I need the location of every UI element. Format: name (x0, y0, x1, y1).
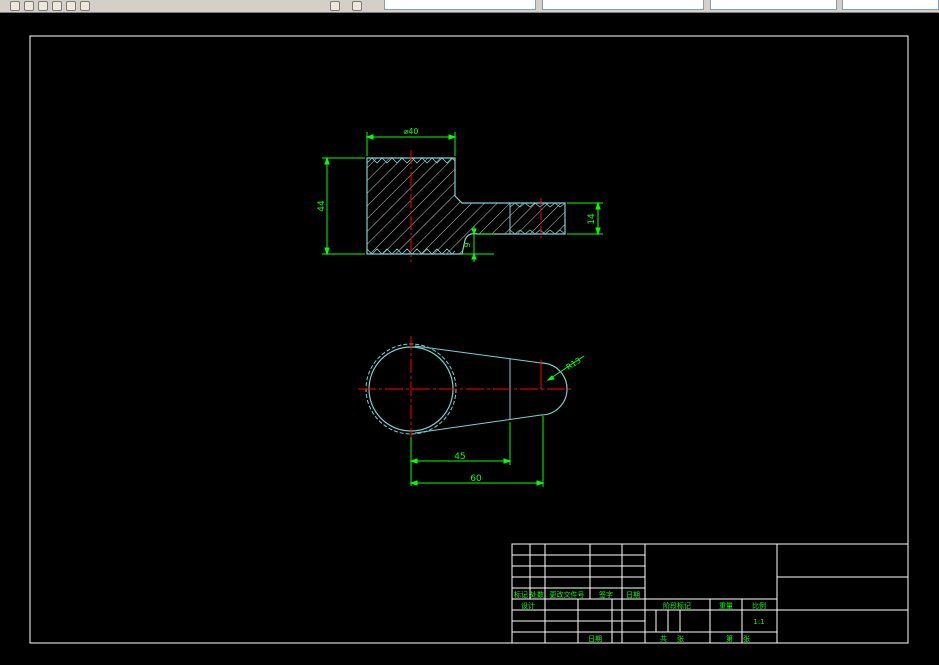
rev-col-date: 日期 (626, 591, 640, 599)
zoom-icon[interactable] (352, 1, 362, 11)
dim-thickness-label: 14 (587, 213, 597, 225)
weight-label: 重量 (719, 602, 733, 610)
dim-overall-label: 60 (470, 474, 482, 484)
section-hatch (367, 158, 565, 254)
title-block-text: 标记 处数 更改文件号 签字 日期 设计 日期 阶段标记 重量 比例 1:1 共… (514, 590, 766, 643)
undo-icon[interactable] (80, 1, 90, 11)
rev-col-docno: 更改文件号 (550, 590, 585, 599)
dim-step-label: 9 (463, 242, 472, 247)
linetype-dropdown[interactable] (542, 0, 704, 10)
save-icon[interactable] (24, 1, 34, 11)
drawing-canvas[interactable]: ⌀40 44 14 9 R13 45 60 标记 处数 更改文件号 签字 日期 … (0, 13, 939, 665)
dim-center-distance-label: 45 (454, 452, 465, 462)
publish-icon[interactable] (66, 1, 76, 11)
stage-mark-label: 阶段标记 (663, 601, 691, 610)
designer-label: 设计 (521, 601, 535, 610)
rev-col-mark: 标记 (514, 590, 528, 599)
dim-height (322, 156, 365, 256)
plotstyle-dropdown[interactable] (842, 0, 939, 10)
top-view: R13 45 60 (358, 336, 585, 487)
dim-width-label: ⌀40 (404, 127, 419, 136)
toolbar (0, 0, 939, 13)
date-label: 日期 (588, 635, 602, 643)
scale-value: 1:1 (753, 618, 764, 626)
open-icon[interactable] (10, 1, 20, 11)
layer-dropdown[interactable] (384, 0, 536, 10)
preview-icon[interactable] (52, 1, 62, 11)
dim-height-label: 44 (317, 200, 327, 212)
drawing-frame (29, 35, 909, 644)
rev-col-count: 处数 (530, 590, 544, 599)
print-icon[interactable] (38, 1, 48, 11)
scale-label: 比例 (752, 601, 766, 610)
front-view: ⌀40 44 14 9 (317, 127, 603, 262)
lineweight-dropdown[interactable] (710, 0, 837, 10)
dim-thickness (567, 201, 603, 236)
sheet-label: 第张 (726, 634, 760, 643)
pan-icon[interactable] (330, 1, 340, 11)
sheets-total-label: 共张 (660, 634, 694, 643)
rev-col-sign: 签字 (599, 590, 613, 599)
